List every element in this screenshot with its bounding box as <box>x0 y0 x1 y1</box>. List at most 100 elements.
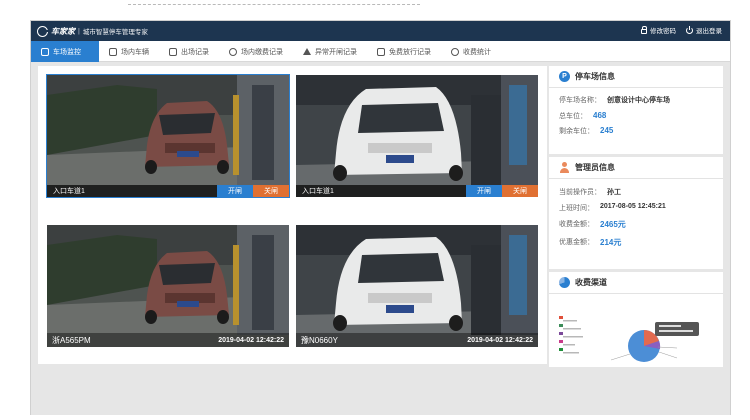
total-spaces-row: 总车位： 468 <box>549 111 723 121</box>
camera-grid: 入口车道1 开闸 关闸 入口车道1 开闸 关闸 浙A565PM 2019-04-… <box>38 66 547 364</box>
camera-caption: 浙A565PM 2019-04-02 12:42:22 <box>47 333 289 347</box>
fee-amount-label: 收费金额： <box>559 221 594 228</box>
shift-time-row: 上班时间： 2017-08-05 12:45:21 <box>549 203 723 213</box>
open-gate-button[interactable]: 开闸 <box>466 185 502 197</box>
card-header: 收费渠道 <box>549 272 723 294</box>
discount-amount-row: 优惠金额： 214元 <box>549 237 723 248</box>
tab-label: 场内车辆 <box>121 48 149 56</box>
legend-text-line <box>563 352 579 354</box>
bottom-area <box>31 367 730 415</box>
legend-text-line <box>563 320 577 322</box>
change-password-link[interactable]: 修改密码 <box>641 25 676 35</box>
top-actions: 修改密码 退出登录 <box>641 25 722 35</box>
tooltip-text-line <box>659 325 681 327</box>
pie-chart-icon <box>559 277 570 288</box>
camera-feed-1[interactable]: 入口车道1 开闸 关闸 <box>46 74 290 198</box>
brand: 车家家 | 城市智慧停车管理专家 <box>37 24 148 38</box>
brand-name: 车家家 <box>51 26 75 36</box>
current-operator-value: 孙工 <box>607 189 621 196</box>
tab-label: 收费统计 <box>463 48 491 56</box>
total-spaces-value: 468 <box>593 111 607 120</box>
card-title: 收费渠道 <box>575 278 607 287</box>
tab-payment-records[interactable]: 场内缴费记录 <box>219 41 293 62</box>
lock-icon <box>641 25 647 34</box>
camera-image <box>47 225 289 347</box>
card-header: 管理员信息 <box>549 157 723 179</box>
tab-fee-statistics[interactable]: 收费统计 <box>441 41 501 62</box>
legend-swatch <box>559 340 563 343</box>
camera-image <box>47 75 289 197</box>
legend-swatch <box>559 348 563 351</box>
tooltip-text-line <box>659 330 693 332</box>
free-spaces-value: 245 <box>600 126 614 135</box>
warning-icon <box>303 48 311 55</box>
car-icon <box>109 47 117 56</box>
capture-timestamp: 2019-04-02 12:42:22 <box>218 336 284 344</box>
home-icon <box>41 47 49 56</box>
free-spaces-label: 剩余车位： <box>559 128 594 135</box>
lot-info-card: P 停车场信息 停车场名称： 创意设计中心停车场 总车位： 468 剩余车位： … <box>549 66 723 154</box>
camera-feed-2[interactable]: 入口车道1 开闸 关闸 <box>296 75 538 197</box>
change-password-label: 修改密码 <box>650 28 676 35</box>
edit-icon <box>377 47 385 56</box>
card-header: P 停车场信息 <box>549 66 723 88</box>
tab-free-release-records[interactable]: 免费放行记录 <box>367 41 441 62</box>
logo-icon <box>37 25 50 37</box>
camera-image <box>296 225 538 347</box>
close-gate-button[interactable]: 关闸 <box>253 185 289 197</box>
close-gate-button[interactable]: 关闸 <box>502 185 538 197</box>
legend-swatch <box>559 332 563 335</box>
tab-label: 车场监控 <box>53 48 81 56</box>
legend-text-line <box>563 328 581 330</box>
legend <box>559 316 583 354</box>
legend-text-line <box>563 344 575 346</box>
user-icon <box>559 162 570 173</box>
brand-subtitle: 城市智慧停车管理专家 <box>82 29 148 36</box>
plate-number: 豫N0660Y <box>301 335 338 345</box>
card-title: 管理员信息 <box>575 163 615 172</box>
camera-control-bar: 入口车道1 开闸 关闸 <box>296 185 538 197</box>
legend-swatch <box>559 324 563 327</box>
lot-name-label: 停车场名称： <box>559 97 601 104</box>
camera-feed-4[interactable]: 豫N0660Y 2019-04-02 12:42:22 <box>296 225 538 347</box>
logout-link[interactable]: 退出登录 <box>686 25 722 35</box>
app-window: 车家家 | 城市智慧停车管理专家 修改密码 退出登录 车场监控 场内车辆 出场记 <box>30 20 731 415</box>
lot-name-row: 停车场名称： 创意设计中心停车场 <box>549 95 723 105</box>
parking-icon: P <box>559 71 570 82</box>
tab-lot-monitor[interactable]: 车场监控 <box>31 41 99 62</box>
fee-amount-row: 收费金额： 2465元 <box>549 219 723 230</box>
chart-tooltip <box>655 322 699 336</box>
channel-label: 入口车道1 <box>302 188 334 195</box>
camera-feed-3[interactable]: 浙A565PM 2019-04-02 12:42:22 <box>47 225 289 347</box>
camera-image <box>296 75 538 197</box>
tab-abnormal-gate-records[interactable]: 异常开闸记录 <box>293 41 367 62</box>
operator-card: 管理员信息 当前操作员： 孙工 上班时间： 2017-08-05 12:45:2… <box>549 157 723 269</box>
current-operator-row: 当前操作员： 孙工 <box>549 187 723 197</box>
current-operator-label: 当前操作员： <box>559 189 601 196</box>
legend-text-line <box>563 336 583 338</box>
open-gate-button[interactable]: 开闸 <box>217 185 253 197</box>
card-title: 停车场信息 <box>575 72 615 81</box>
camera-caption: 豫N0660Y 2019-04-02 12:42:22 <box>296 333 538 347</box>
discount-amount-label: 优惠金额： <box>559 239 594 246</box>
free-spaces-row: 剩余车位： 245 <box>549 126 723 136</box>
channel-label: 入口车道1 <box>53 188 85 195</box>
lot-name-value: 创意设计中心停车场 <box>607 97 670 104</box>
camera-control-bar: 入口车道1 开闸 关闸 <box>47 185 289 197</box>
tab-exit-records[interactable]: 出场记录 <box>159 41 219 62</box>
plate-number: 浙A565PM <box>52 335 91 345</box>
tab-vehicles-in-lot[interactable]: 场内车辆 <box>99 41 159 62</box>
record-icon <box>169 47 177 56</box>
decorative-dashed-line <box>128 4 420 5</box>
shift-time-label: 上班时间： <box>559 205 594 212</box>
top-bar: 车家家 | 城市智慧停车管理专家 修改密码 退出登录 <box>31 21 730 41</box>
fee-amount-value: 2465元 <box>600 220 626 229</box>
coin-icon <box>229 47 237 56</box>
power-icon <box>686 25 693 34</box>
tab-label: 免费放行记录 <box>389 48 431 56</box>
tab-label: 异常开闸记录 <box>315 48 357 56</box>
total-spaces-label: 总车位： <box>559 113 587 120</box>
logout-label: 退出登录 <box>696 28 722 35</box>
legend-swatch <box>559 316 563 319</box>
tab-label: 场内缴费记录 <box>241 48 283 56</box>
